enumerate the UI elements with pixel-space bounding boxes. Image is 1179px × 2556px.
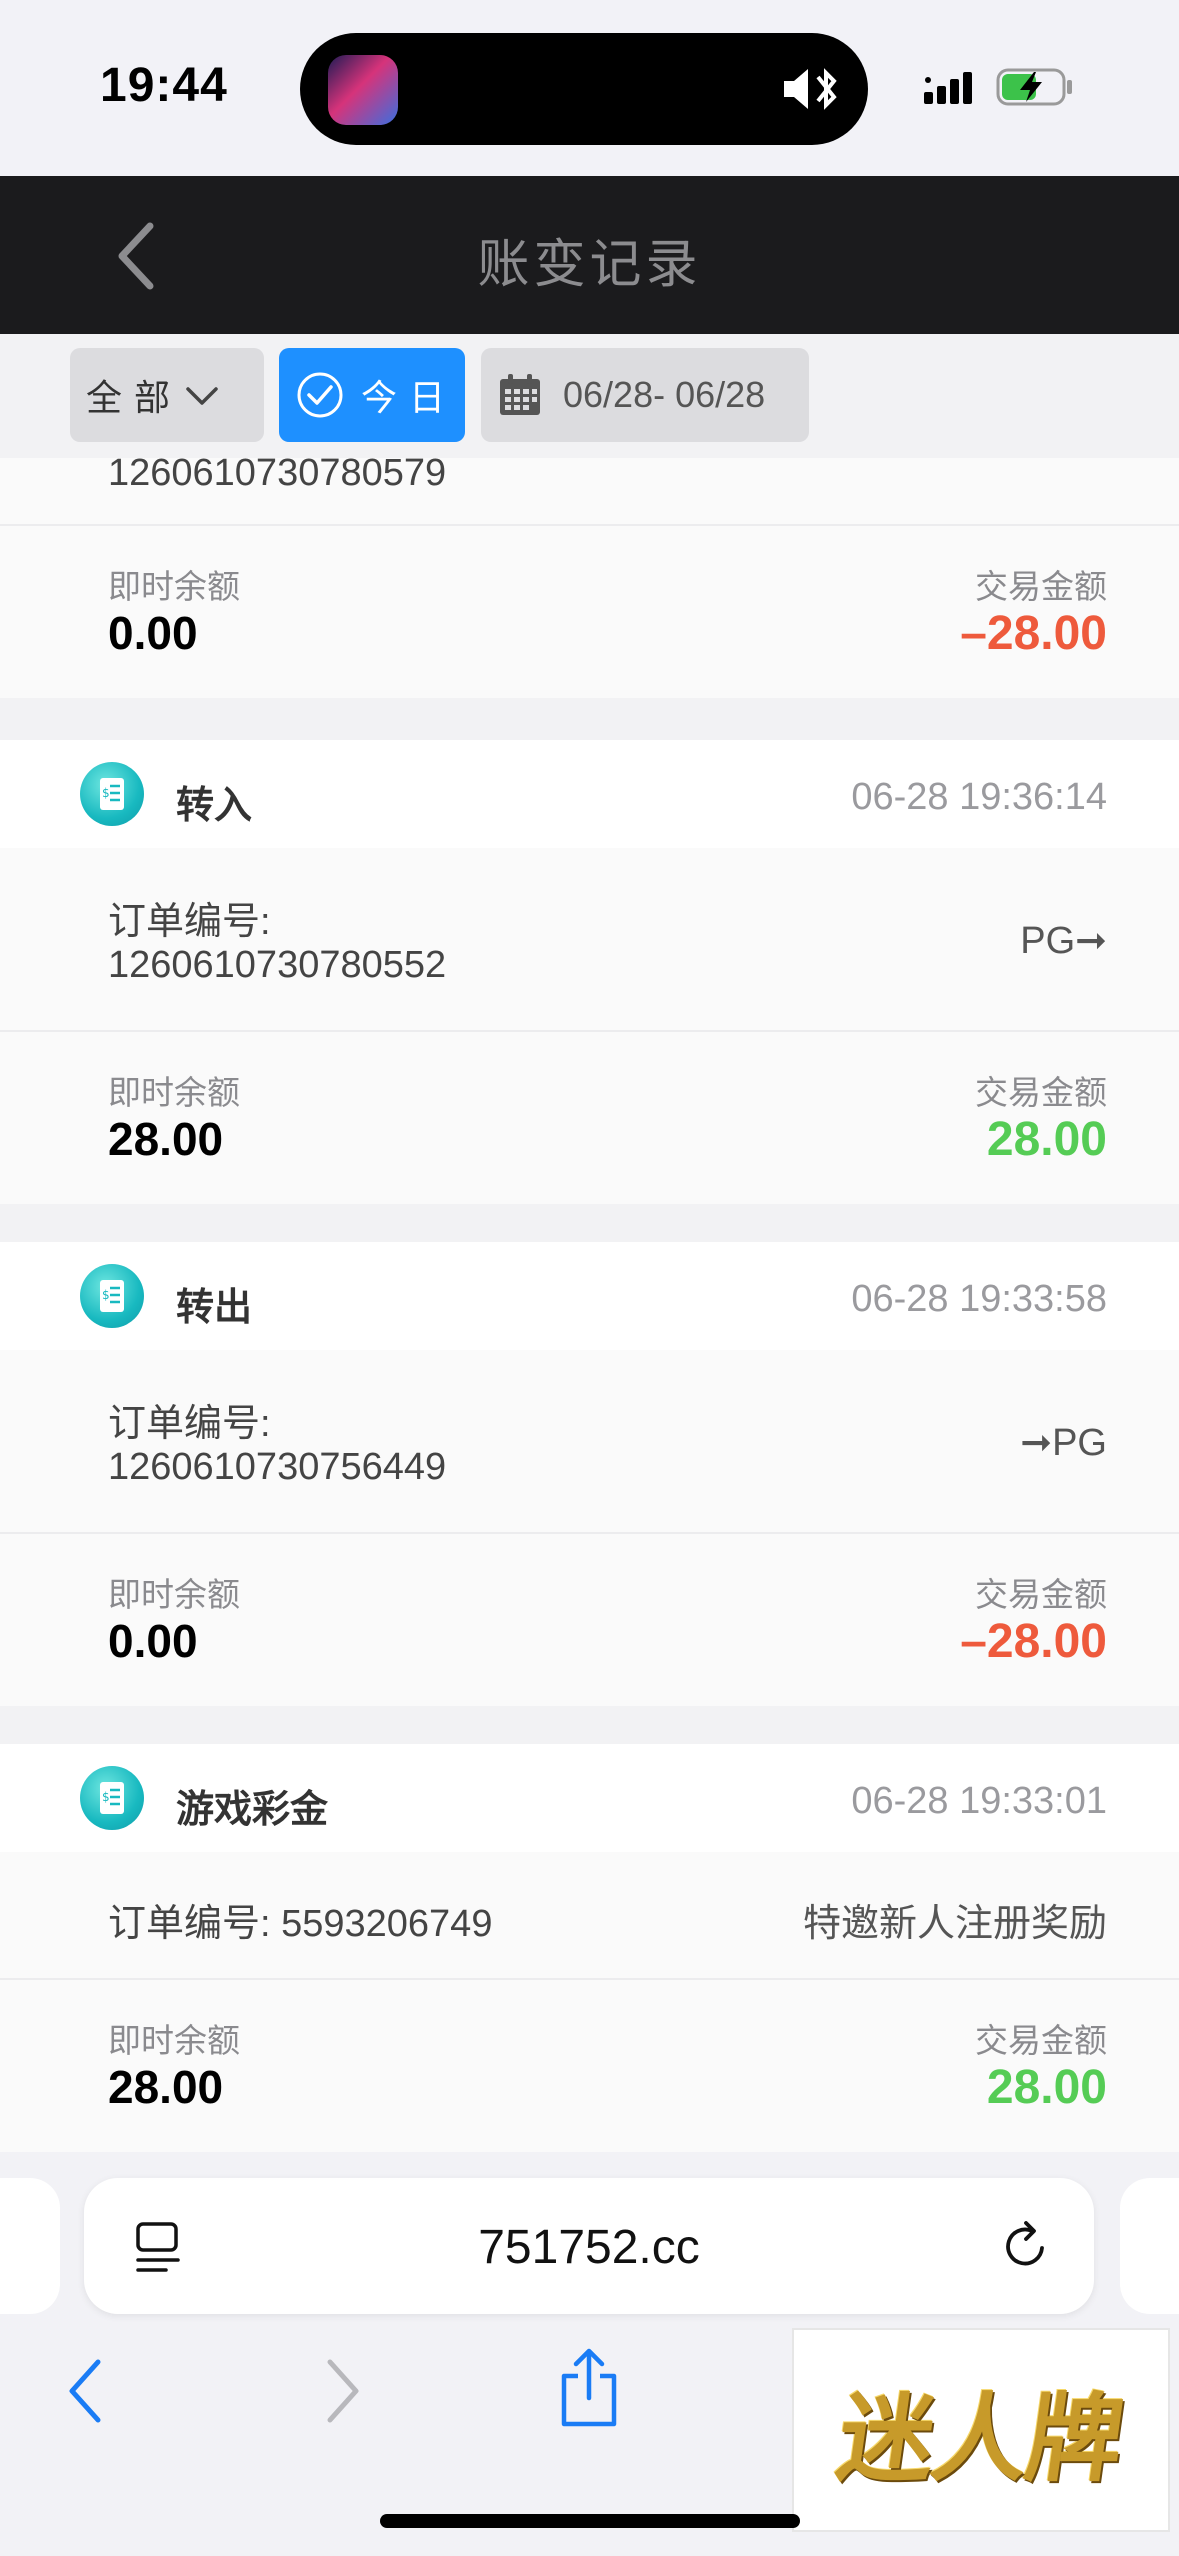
- type-filter-label: 全部: [86, 377, 183, 418]
- card-header: $ 转入 06-28 19:36:14: [0, 740, 1179, 848]
- status-bar: 19:44: [0, 0, 1179, 176]
- date-range-label: 06/28- 06/28: [563, 374, 766, 415]
- today-filter-button[interactable]: 今日: [279, 348, 465, 442]
- transaction-card: 1260610730780579 即时余额 0.00 交易金额 –28.00: [0, 458, 1179, 698]
- balance-label: 即时余额: [108, 1074, 240, 1111]
- amount-label: 交易金额: [975, 1576, 1107, 1613]
- address-bar[interactable]: 751752.cc: [84, 2178, 1094, 2314]
- next-tab-preview[interactable]: [1120, 2178, 1179, 2314]
- receipt-icon: $: [80, 762, 144, 826]
- bonus-description: 特邀新人注册奖励: [802, 1903, 1107, 1945]
- nav-bar: 账变记录: [0, 176, 1179, 334]
- amount-label: 交易金额: [975, 2022, 1107, 2059]
- browser-back-icon[interactable]: [66, 2356, 106, 2426]
- transaction-card: $ 转入 06-28 19:36:14 订单编号: 12606107307805…: [0, 740, 1179, 1204]
- speaker-bluetooth-icon: [784, 68, 837, 110]
- order-row: 订单编号: 1260610730780552 PG➞: [0, 848, 1179, 1032]
- transaction-type: 转入: [176, 785, 253, 827]
- transaction-time: 06-28 19:33:58: [851, 1278, 1107, 1320]
- order-row: 订单编号: 1260610730756449 ➞PG: [0, 1350, 1179, 1534]
- amount-value: 28.00: [986, 2061, 1107, 2114]
- balance-label: 即时余额: [108, 568, 240, 605]
- chevron-down-icon: [186, 387, 218, 405]
- receipt-icon: $: [80, 1766, 144, 1830]
- balance-value: 0.00: [108, 1615, 198, 1667]
- home-indicator[interactable]: [380, 2514, 800, 2528]
- transfer-target: PG➞: [1020, 920, 1107, 962]
- balance-value: 28.00: [108, 2061, 224, 2113]
- order-label: 订单编号:: [108, 1403, 271, 1445]
- check-circle-icon: [297, 372, 343, 418]
- amount-value: –28.00: [960, 607, 1107, 660]
- card-header: $ 游戏彩金 06-28 19:33:01: [0, 1744, 1179, 1852]
- balance-value: 0.00: [108, 607, 198, 659]
- receipt-icon: $: [80, 1264, 144, 1328]
- order-number: 1260610730756449: [108, 1446, 447, 1488]
- balance-value: 28.00: [108, 1113, 224, 1165]
- filter-bar: 全部 今日 06/28- 06/28: [0, 334, 1179, 458]
- dynamic-island[interactable]: [300, 33, 868, 145]
- card-header: $ 转出 06-28 19:33:58: [0, 1242, 1179, 1350]
- order-label: 订单编号:: [108, 901, 271, 943]
- transaction-list[interactable]: 1260610730780579 即时余额 0.00 交易金额 –28.00 $…: [0, 458, 1179, 2152]
- amount-value: 28.00: [986, 1113, 1107, 1166]
- amount-row: 即时余额 28.00 交易金额 28.00: [0, 1032, 1179, 1204]
- watermark-logo: 迷人牌: [792, 2328, 1170, 2532]
- svg-text:$: $: [102, 1288, 110, 1302]
- calendar-icon: [500, 374, 540, 415]
- order-number: 1260610730780579: [108, 458, 447, 494]
- transaction-time: 06-28 19:36:14: [851, 776, 1107, 818]
- transaction-time: 06-28 19:33:01: [851, 1780, 1107, 1822]
- order-number: 1260610730780552: [108, 944, 447, 986]
- page-title: 账变记录: [477, 236, 702, 294]
- transaction-card: $ 游戏彩金 06-28 19:33:01 订单编号: 5593206749 特…: [0, 1744, 1179, 2152]
- amount-row: 即时余额 0.00 交易金额 –28.00: [0, 1534, 1179, 1706]
- order-number: 订单编号: 5593206749: [108, 1903, 493, 1945]
- status-time: 19:44: [100, 59, 228, 112]
- amount-row: 即时余额 0.00 交易金额 –28.00: [0, 526, 1179, 698]
- amount-value: –28.00: [960, 1615, 1107, 1668]
- balance-label: 即时余额: [108, 1576, 240, 1613]
- transaction-card: $ 转出 06-28 19:33:58 订单编号: 12606107307564…: [0, 1242, 1179, 1706]
- transaction-type: 转出: [176, 1287, 253, 1329]
- svg-text:$: $: [102, 786, 110, 800]
- type-filter-dropdown[interactable]: 全部: [70, 348, 264, 442]
- url-text: 751752.cc: [478, 2221, 700, 2274]
- date-range-picker[interactable]: 06/28- 06/28: [481, 348, 809, 442]
- today-filter-label: 今日: [361, 377, 458, 418]
- watermark-text: 迷人牌: [830, 2381, 1129, 2495]
- amount-label: 交易金额: [975, 1074, 1107, 1111]
- transfer-target: ➞PG: [1020, 1422, 1107, 1464]
- reload-icon[interactable]: [998, 2218, 1054, 2274]
- order-row: 1260610730780579: [0, 458, 1179, 526]
- amount-row: 即时余额 28.00 交易金额 28.00: [0, 1980, 1179, 2152]
- order-row: 订单编号: 5593206749 特邀新人注册奖励: [0, 1852, 1179, 1980]
- now-playing-app-icon: [328, 55, 398, 125]
- previous-tab-preview[interactable]: [0, 2178, 60, 2314]
- cellular-signal-icon: [924, 72, 972, 104]
- browser-forward-icon[interactable]: [322, 2356, 362, 2426]
- share-icon[interactable]: [556, 2346, 622, 2430]
- balance-label: 即时余额: [108, 2022, 240, 2059]
- battery-charging-icon: [996, 68, 1072, 106]
- transaction-type: 游戏彩金: [176, 1789, 329, 1831]
- amount-label: 交易金额: [975, 568, 1107, 605]
- svg-text:$: $: [102, 1790, 110, 1804]
